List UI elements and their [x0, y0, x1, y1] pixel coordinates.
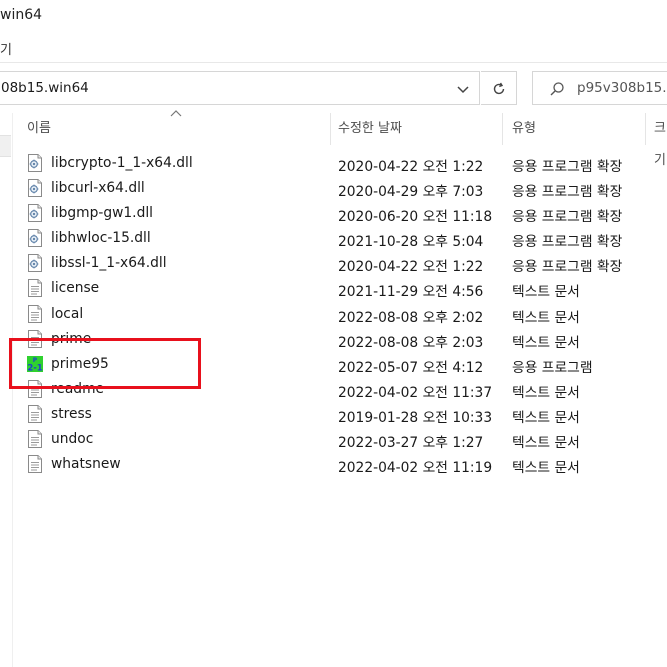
file-row[interactable]: libgmp-gw1.dll 2020-06-20 오전 11:18 응용 프로그램… [20, 201, 667, 226]
dll-gear-icon[interactable] [27, 204, 43, 223]
file-row[interactable]: libcurl-x64.dll 2020-04-29 오후 7:03 응용 프로그램… [20, 176, 667, 201]
dll-gear-icon[interactable] [27, 229, 43, 248]
file-date-modified: 2022-03-27 오후 1:27 [338, 435, 484, 452]
file-type: 응용 프로그램 확장 [512, 234, 623, 251]
file-date-modified: 2020-04-22 오전 1:22 [338, 159, 484, 175]
file-date-modified: 2021-11-29 오전 4:56 [338, 284, 484, 301]
file-type: 텍스트 문서 [512, 334, 580, 351]
text-document-icon[interactable] [27, 304, 43, 323]
text-document-icon[interactable] [27, 279, 43, 298]
ribbon-divider [0, 62, 667, 63]
file-name[interactable]: libcurl-x64.dll [51, 180, 145, 196]
file-name[interactable]: whatsnew [51, 456, 121, 472]
text-document-icon[interactable] [27, 404, 43, 423]
file-date-modified: 2020-04-22 오전 1:22 [338, 259, 484, 276]
file-type: 응용 프로그램 확장 [512, 259, 623, 276]
file-date-modified: 2022-08-08 오후 2:03 [338, 334, 484, 351]
file-row[interactable]: libssl-1_1-x64.dll 2020-04-22 오전 1:22 응용 프… [20, 251, 667, 276]
file-date-modified: 2021-10-28 오후 5:04 [338, 234, 484, 251]
column-header-date-modified[interactable]: 수정한 날짜 [338, 113, 402, 145]
text-document-icon[interactable] [27, 455, 43, 474]
file-row[interactable]: stress 2019-01-28 오전 10:33 텍스트 문서 [20, 402, 667, 427]
address-bar[interactable]: 08b15.win64 [0, 71, 480, 105]
file-row[interactable]: libcrypto-1_1-x64.dll 2020-04-22 오전 1:22 응… [20, 151, 667, 176]
file-type: 텍스트 문서 [512, 284, 580, 301]
text-document-icon[interactable] [27, 430, 43, 449]
file-date-modified: 2020-06-20 오전 11:18 [338, 209, 493, 226]
file-date-modified: 2020-04-29 오후 7:03 [338, 184, 484, 201]
file-type: 텍스트 문서 [512, 309, 580, 326]
refresh-icon [493, 82, 505, 95]
file-name[interactable]: libcrypto-1_1-x64.dll [51, 155, 193, 171]
svg-text:2-1: 2-1 [27, 363, 42, 373]
file-type: 응용 프로그램 확장 [512, 159, 623, 175]
column-header-size[interactable]: 크기 [654, 113, 667, 168]
file-row[interactable]: local 2022-08-08 오후 2:02 텍스트 문서 [20, 302, 667, 327]
file-row[interactable]: undoc 2022-03-27 오후 1:27 텍스트 문서 [20, 427, 667, 452]
file-date-modified: 2022-05-07 오전 4:12 [338, 359, 484, 376]
navigation-pane-selected-item[interactable] [0, 135, 11, 157]
window-title: win64 [0, 7, 43, 23]
file-row[interactable]: libhwloc-15.dll 2021-10-28 오후 5:04 응용 프로그램… [20, 226, 667, 251]
search-input[interactable] [577, 78, 667, 98]
file-row[interactable]: P 2-1 prime95 2022-05-07 오전 4:12 응용 프로그램 [20, 352, 667, 377]
file-date-modified: 2019-01-28 오전 10:33 [338, 409, 493, 426]
file-name[interactable]: stress [51, 406, 92, 422]
file-type: 응용 프로그램 확장 [512, 209, 623, 226]
file-name[interactable]: local [51, 306, 83, 322]
prime95-app-icon[interactable]: P 2-1 [27, 355, 43, 373]
file-type: 텍스트 문서 [512, 384, 580, 401]
file-name[interactable]: readme [51, 381, 104, 397]
file-row[interactable]: license 2021-11-29 오전 4:56 텍스트 문서 [20, 276, 667, 301]
search-icon [550, 82, 564, 96]
file-name[interactable]: license [51, 280, 99, 296]
search-box[interactable] [532, 71, 667, 105]
text-document-icon[interactable] [27, 329, 43, 348]
file-name[interactable]: libhwloc-15.dll [51, 230, 151, 246]
column-divider[interactable] [645, 113, 646, 145]
file-list: libcrypto-1_1-x64.dll 2020-04-22 오전 1:22 응… [20, 151, 667, 477]
file-row[interactable]: prime 2022-08-08 오후 2:03 텍스트 문서 [20, 327, 667, 352]
column-divider[interactable] [502, 113, 503, 145]
file-date-modified: 2022-04-02 오전 11:37 [338, 384, 493, 401]
file-type: 텍스트 문서 [512, 460, 580, 477]
file-type: 텍스트 문서 [512, 409, 580, 426]
ribbon-label[interactable]: 기 [0, 39, 12, 58]
sort-ascending-icon [170, 110, 182, 117]
file-name[interactable]: prime [51, 331, 91, 347]
column-header-name[interactable]: 이름 [27, 113, 51, 145]
file-row[interactable]: whatsnew 2022-04-02 오전 11:19 텍스트 문서 [20, 452, 667, 477]
dll-gear-icon[interactable] [27, 154, 43, 172]
chevron-down-icon[interactable] [455, 81, 471, 97]
navigation-pane-edge[interactable] [0, 113, 13, 667]
column-divider[interactable] [330, 113, 331, 145]
file-name[interactable]: prime95 [51, 356, 109, 372]
file-type: 응용 프로그램 [512, 359, 593, 376]
file-date-modified: 2022-08-08 오후 2:02 [338, 309, 484, 326]
column-header-type[interactable]: 유형 [512, 113, 536, 145]
dll-gear-icon[interactable] [27, 254, 43, 273]
file-name[interactable]: libssl-1_1-x64.dll [51, 255, 167, 271]
dll-gear-icon[interactable] [27, 179, 43, 198]
column-header-row: 이름 수정한 날짜 유형 크기 [20, 110, 667, 168]
address-path[interactable]: 08b15.win64 [1, 80, 89, 96]
file-date-modified: 2022-04-02 오전 11:19 [338, 460, 493, 477]
file-name[interactable]: libgmp-gw1.dll [51, 205, 153, 221]
refresh-button[interactable] [481, 71, 517, 105]
text-document-icon[interactable] [27, 379, 43, 398]
file-type: 응용 프로그램 확장 [512, 184, 623, 201]
file-name[interactable]: undoc [51, 431, 93, 447]
file-type: 텍스트 문서 [512, 435, 580, 452]
file-row[interactable]: readme 2022-04-02 오전 11:37 텍스트 문서 [20, 377, 667, 402]
